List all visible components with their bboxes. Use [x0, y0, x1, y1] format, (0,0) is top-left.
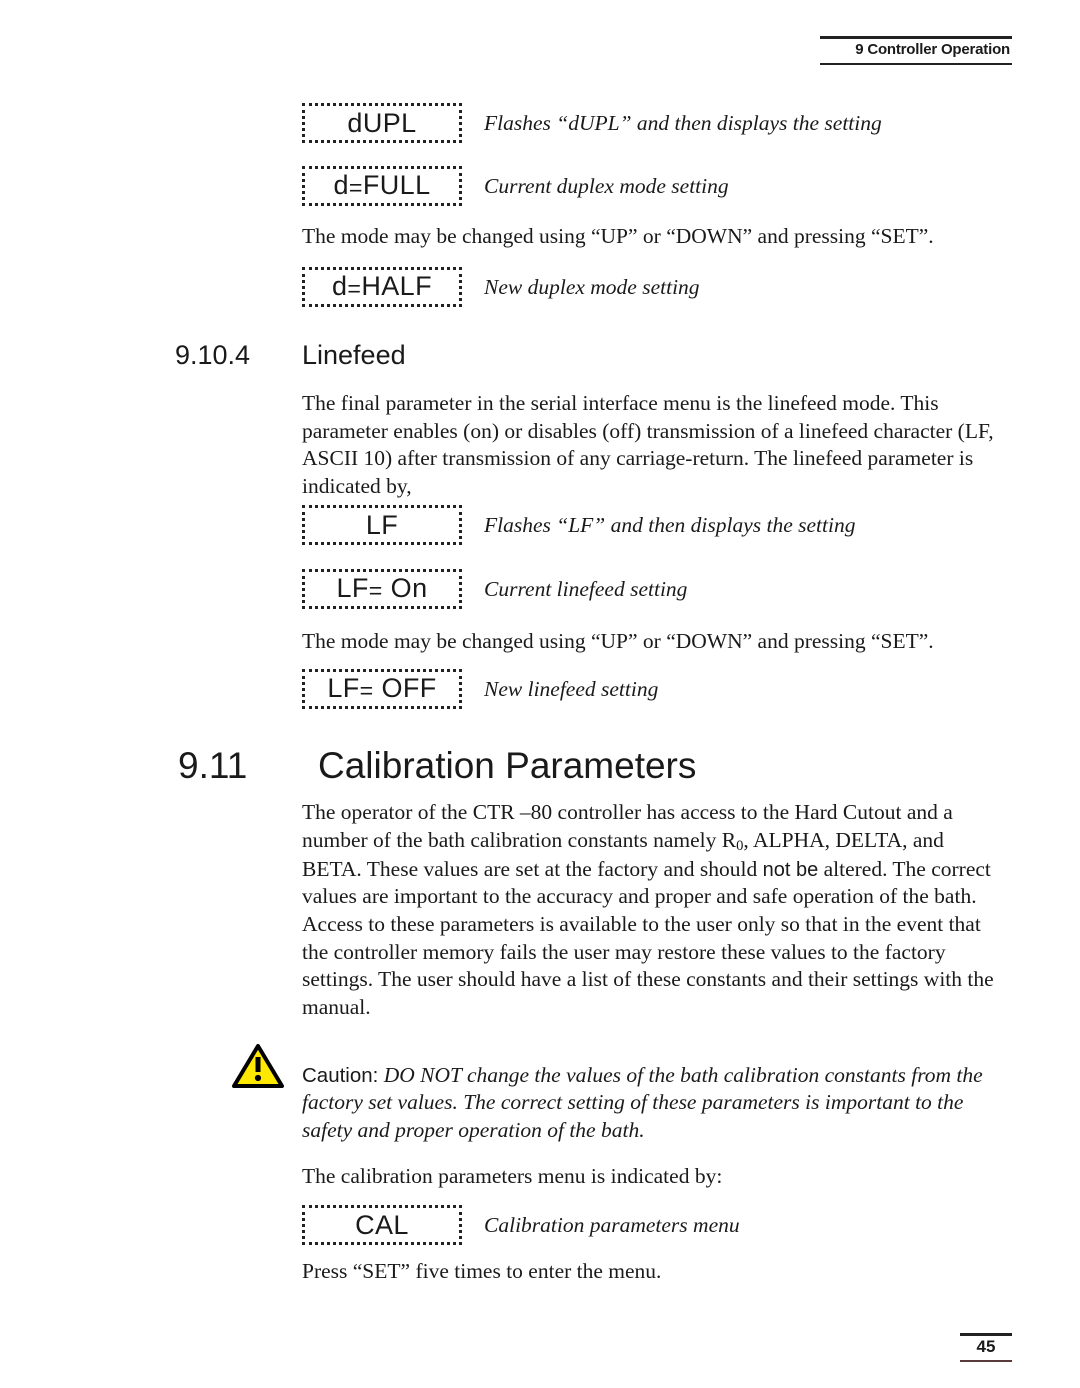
led-display-lf-off: LF= OFF	[302, 669, 462, 709]
led-text-lf-on-eq: =	[368, 577, 383, 604]
led-text-dhalf: d=HALF	[332, 273, 432, 301]
led-display-dhalf: d=HALF	[302, 267, 462, 307]
led-text-dfull-post: FULL	[362, 170, 431, 201]
display-row-lf-on: LF= On Current linefeed setting	[302, 569, 687, 609]
caption-dupl: Flashes “dUPL” and then displays the set…	[484, 110, 882, 135]
paragraph-calibration-intro-wrap: The operator of the CTR –80 controller h…	[302, 799, 1008, 1021]
display-row-dhalf: d=HALF New duplex mode setting	[302, 267, 700, 307]
caption-lf-off: New linefeed setting	[484, 676, 659, 701]
led-text-cal: CAL	[355, 1209, 409, 1240]
footer-rule-bottom	[960, 1360, 1012, 1362]
page-number-footer: 45	[960, 1333, 1012, 1362]
heading-calibration: 9.11 Calibration Parameters	[178, 745, 696, 787]
paragraph-mode-change-duplex: The mode may be changed using “UP” or “D…	[302, 224, 934, 248]
paragraph-linefeed-intro: The final parameter in the serial interf…	[302, 391, 994, 498]
led-text-dfull-pre: d	[333, 170, 349, 201]
header-rule-bottom	[820, 63, 1012, 65]
led-display-lf-on: LF= On	[302, 569, 462, 609]
paragraph-cal-menu-indicated: The calibration parameters menu is indic…	[302, 1164, 723, 1188]
led-display-lf: LF	[302, 505, 462, 545]
caution-label: Caution:	[302, 1063, 379, 1087]
caution-body: DO NOT change the values of the bath cal…	[302, 1062, 983, 1143]
led-text-dupl: dUPL	[347, 107, 417, 138]
warning-triangle-icon	[232, 1044, 284, 1088]
heading-linefeed: 9.10.4 Linefeed	[175, 340, 406, 371]
led-text-dhalf-post: HALF	[361, 271, 432, 302]
heading-linefeed-number: 9.10.4	[175, 340, 251, 370]
paragraph-press-set-wrap: Press “SET” five times to enter the menu…	[302, 1258, 1008, 1286]
calibration-emphasis-not-be: not be	[762, 858, 819, 881]
led-text-lf: LF	[365, 509, 399, 540]
paragraph-linefeed-intro-wrap: The final parameter in the serial interf…	[302, 390, 1008, 501]
led-text-lf-off-pre: LF	[327, 673, 360, 704]
paragraph-mode-change-linefeed: The mode may be changed using “UP” or “D…	[302, 629, 934, 653]
led-text-lf-on: LF= On	[336, 575, 427, 603]
heading-calibration-number: 9.11	[178, 745, 248, 786]
caption-cal: Calibration parameters menu	[484, 1212, 740, 1237]
led-text-lf-on-post: On	[382, 573, 428, 604]
caption-dfull: Current duplex mode setting	[484, 173, 729, 198]
display-row-cal: CAL Calibration parameters menu	[302, 1205, 740, 1245]
caption-lf: Flashes “LF” and then displays the setti…	[484, 512, 856, 537]
display-row-dfull: d=FULL Current duplex mode setting	[302, 166, 729, 206]
caution-block: Caution: DO NOT change the values of the…	[232, 1040, 1008, 1167]
display-row-lf-off: LF= OFF New linefeed setting	[302, 669, 658, 709]
paragraph-mode-change-duplex-wrap: The mode may be changed using “UP” or “D…	[302, 223, 1008, 251]
display-row-dupl: dUPL Flashes “dUPL” and then displays th…	[302, 103, 882, 143]
led-text-lf-on-pre: LF	[336, 573, 369, 604]
led-text-dfull: d=FULL	[333, 172, 430, 200]
running-header-text: 9 Controller Operation	[855, 41, 1010, 58]
led-display-cal: CAL	[302, 1205, 462, 1245]
heading-calibration-title: Calibration Parameters	[318, 745, 697, 786]
caution-text: Caution: DO NOT change the values of the…	[302, 1062, 1008, 1146]
led-display-dfull: d=FULL	[302, 166, 462, 206]
caption-dhalf: New duplex mode setting	[484, 274, 700, 299]
paragraph-cal-menu-indicated-wrap: The calibration parameters menu is indic…	[302, 1163, 1008, 1191]
led-text-dhalf-pre: d	[331, 271, 348, 302]
led-text-lf-off-eq: =	[359, 677, 374, 704]
paragraph-press-set: Press “SET” five times to enter the menu…	[302, 1259, 662, 1283]
led-text-dfull-eq: =	[348, 174, 363, 201]
paragraph-mode-change-linefeed-wrap: The mode may be changed using “UP” or “D…	[302, 628, 1008, 656]
led-text-dhalf-eq: =	[347, 275, 362, 302]
paragraph-calibration-intro: The operator of the CTR –80 controller h…	[302, 799, 1008, 1021]
heading-linefeed-title: Linefeed	[302, 340, 406, 370]
led-text-lf-off-post: OFF	[373, 673, 437, 704]
caption-lf-on: Current linefeed setting	[484, 576, 688, 601]
document-page: 9 Controller Operation dUPL Flashes “dUP…	[0, 0, 1080, 1388]
page-number: 45	[976, 1337, 996, 1356]
led-display-dupl: dUPL	[302, 103, 462, 143]
running-header: 9 Controller Operation	[820, 36, 1012, 65]
led-text-lf-off: LF= OFF	[327, 675, 436, 703]
display-row-lf: LF Flashes “LF” and then displays the se…	[302, 505, 855, 545]
